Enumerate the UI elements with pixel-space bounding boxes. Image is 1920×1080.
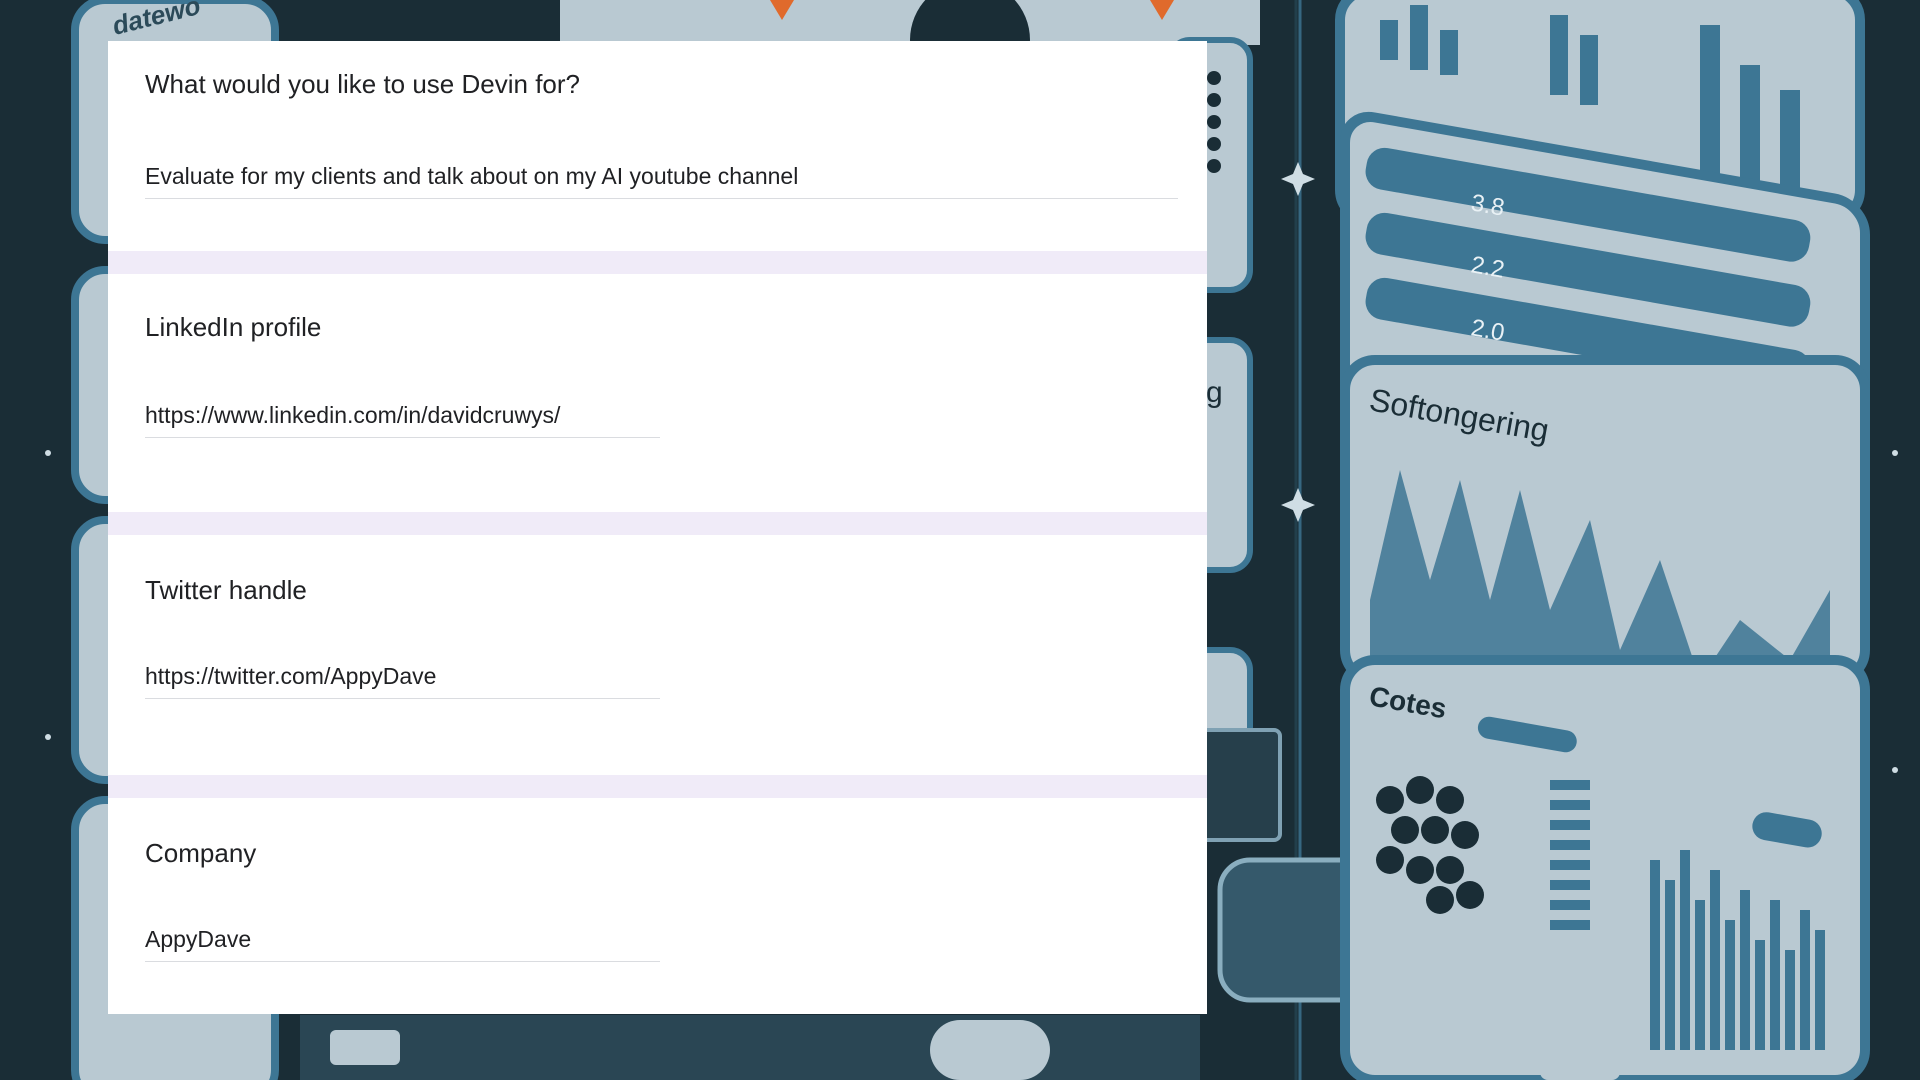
art-label-3-8: 3.8 (1469, 189, 1507, 221)
question-title-twitter: Twitter handle (145, 575, 307, 605)
art-label-2-0: 2.0 (1469, 314, 1507, 346)
svg-text:g: g (1206, 376, 1223, 409)
answer-field-use-case[interactable]: Evaluate for my clients and talk about o… (145, 163, 1178, 199)
question-title-company: Company (145, 838, 257, 868)
question-card-twitter: Twitter handle https://twitter.com/AppyD… (108, 535, 1207, 775)
right-screen-stack: 3.8 2.2 2.0 Softongering Cotes (1335, 0, 1870, 1080)
question-card-linkedin: LinkedIn profile https://www.linkedin.co… (108, 274, 1207, 512)
answer-field-linkedin[interactable]: https://www.linkedin.com/in/davidcruwys/ (145, 402, 660, 438)
question-title-linkedin: LinkedIn profile (145, 312, 322, 342)
question-card-use-case: What would you like to use Devin for? Ev… (108, 41, 1207, 251)
question-title-use-case: What would you like to use Devin for? (145, 69, 580, 99)
form-panel: What would you like to use Devin for? Ev… (108, 41, 1207, 1014)
answer-field-twitter[interactable]: https://twitter.com/AppyDave (145, 663, 660, 699)
answer-field-company[interactable]: AppyDave (145, 926, 660, 962)
art-label-2-2: 2.2 (1469, 251, 1507, 283)
question-card-company: Company AppyDave (108, 798, 1207, 1014)
